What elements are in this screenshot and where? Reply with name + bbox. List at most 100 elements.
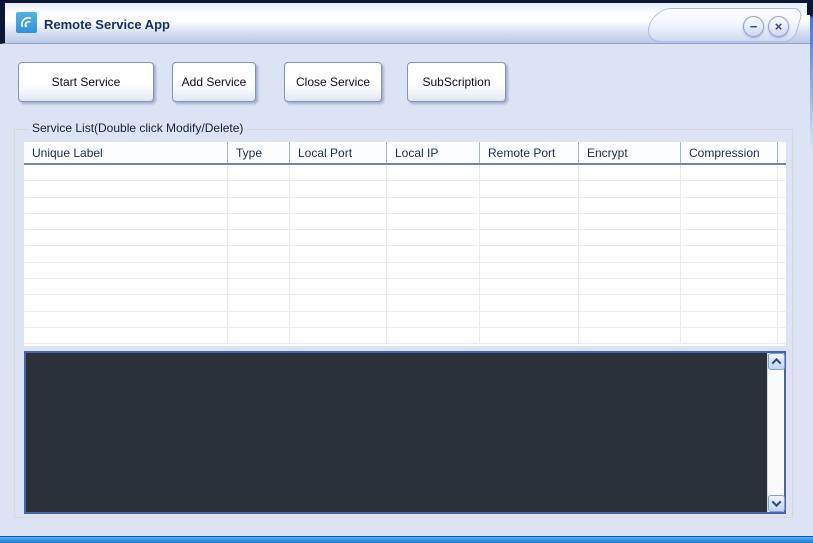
table-cell [387, 246, 480, 262]
close-service-button[interactable]: Close Service [284, 62, 382, 102]
table-row[interactable] [24, 311, 786, 328]
table-cell [579, 327, 681, 344]
table-cell [480, 327, 579, 344]
window-bottom-edge [0, 536, 813, 543]
table-cell [579, 213, 681, 230]
table-cell [480, 230, 579, 246]
table-row[interactable] [24, 197, 786, 214]
log-console[interactable] [24, 351, 786, 514]
log-text [32, 357, 760, 508]
table-cell [387, 230, 480, 246]
table-cell-filler [778, 263, 786, 278]
table-cell [681, 197, 778, 213]
table-cell [228, 262, 290, 279]
table-cell [579, 230, 681, 246]
table-cell [681, 230, 778, 246]
table-cell [480, 181, 579, 197]
table-cell [387, 213, 480, 230]
table-cell [290, 295, 387, 311]
table-cell [387, 295, 480, 311]
table-cell [387, 311, 480, 327]
console-scrollbar[interactable] [767, 353, 785, 512]
table-row[interactable] [24, 327, 786, 345]
service-table: Unique Label Type Local Port Local IP Re… [24, 142, 786, 346]
table-cell [480, 279, 579, 295]
table-cell [480, 295, 579, 311]
table-cell [24, 311, 228, 327]
table-cell [681, 295, 778, 311]
table-row[interactable] [24, 262, 786, 280]
table-cell [290, 197, 387, 213]
table-cell-filler [778, 246, 786, 261]
titlebar[interactable]: Remote Service App − × [0, 0, 813, 44]
table-cell [480, 213, 579, 230]
table-cell [24, 181, 228, 197]
table-cell [681, 327, 778, 344]
app-logo-icon [16, 12, 37, 33]
table-cell [681, 311, 778, 327]
column-header-remote-port[interactable]: Remote Port [480, 142, 579, 163]
scroll-down-button[interactable] [768, 495, 785, 512]
column-header-compression[interactable]: Compression [681, 142, 778, 163]
chevron-down-icon [771, 497, 782, 508]
minimize-button[interactable]: − [743, 16, 764, 37]
column-header-encrypt[interactable]: Encrypt [579, 142, 681, 163]
table-cell [24, 279, 228, 295]
table-cell [228, 197, 290, 213]
scroll-up-button[interactable] [768, 353, 785, 370]
table-cell [579, 181, 681, 197]
app-window: Remote Service App − × Start Service Add… [0, 0, 813, 543]
table-cell [290, 181, 387, 197]
table-row[interactable] [24, 165, 786, 182]
service-list-group-label: Service List(Double click Modify/Delete) [28, 121, 248, 135]
table-cell-filler [778, 279, 786, 294]
add-service-button[interactable]: Add Service [172, 62, 256, 102]
table-cell [387, 165, 480, 181]
column-header-type[interactable]: Type [228, 142, 290, 163]
table-cell [24, 295, 228, 311]
table-cell [387, 181, 480, 197]
start-service-button[interactable]: Start Service [18, 62, 154, 102]
table-cell [681, 279, 778, 295]
table-row[interactable] [24, 230, 786, 247]
column-header-unique-label[interactable]: Unique Label [24, 142, 228, 163]
table-cell-filler [778, 198, 786, 213]
table-cell [579, 246, 681, 262]
subscription-button[interactable]: SubScription [407, 62, 506, 102]
table-cell [387, 327, 480, 344]
table-cell [387, 279, 480, 295]
table-cell [480, 246, 579, 262]
table-row[interactable] [24, 279, 786, 296]
close-button[interactable]: × [768, 16, 789, 37]
table-header: Unique Label Type Local Port Local IP Re… [24, 142, 786, 165]
table-cell [228, 327, 290, 344]
table-cell [579, 165, 681, 181]
table-cell [228, 311, 290, 327]
column-header-local-port[interactable]: Local Port [290, 142, 387, 163]
table-cell [228, 165, 290, 181]
table-cell-filler [778, 328, 786, 343]
table-row[interactable] [24, 213, 786, 231]
table-cell [228, 279, 290, 295]
table-row[interactable] [24, 295, 786, 312]
table-cell [228, 181, 290, 197]
table-cell-filler [778, 230, 786, 245]
table-cell [290, 311, 387, 327]
table-cell [579, 262, 681, 279]
table-cell [681, 213, 778, 230]
table-cell [290, 262, 387, 279]
table-row[interactable] [24, 246, 786, 263]
table-cell [290, 327, 387, 344]
table-cell [228, 246, 290, 262]
table-cell [387, 262, 480, 279]
table-cell [681, 262, 778, 279]
table-cell [681, 181, 778, 197]
table-cell [24, 327, 228, 344]
table-cell-filler [778, 165, 786, 180]
table-cell [228, 295, 290, 311]
column-header-local-ip[interactable]: Local IP [387, 142, 480, 163]
table-body [24, 165, 786, 345]
table-row[interactable] [24, 181, 786, 198]
table-cell [681, 165, 778, 181]
table-cell [24, 246, 228, 262]
